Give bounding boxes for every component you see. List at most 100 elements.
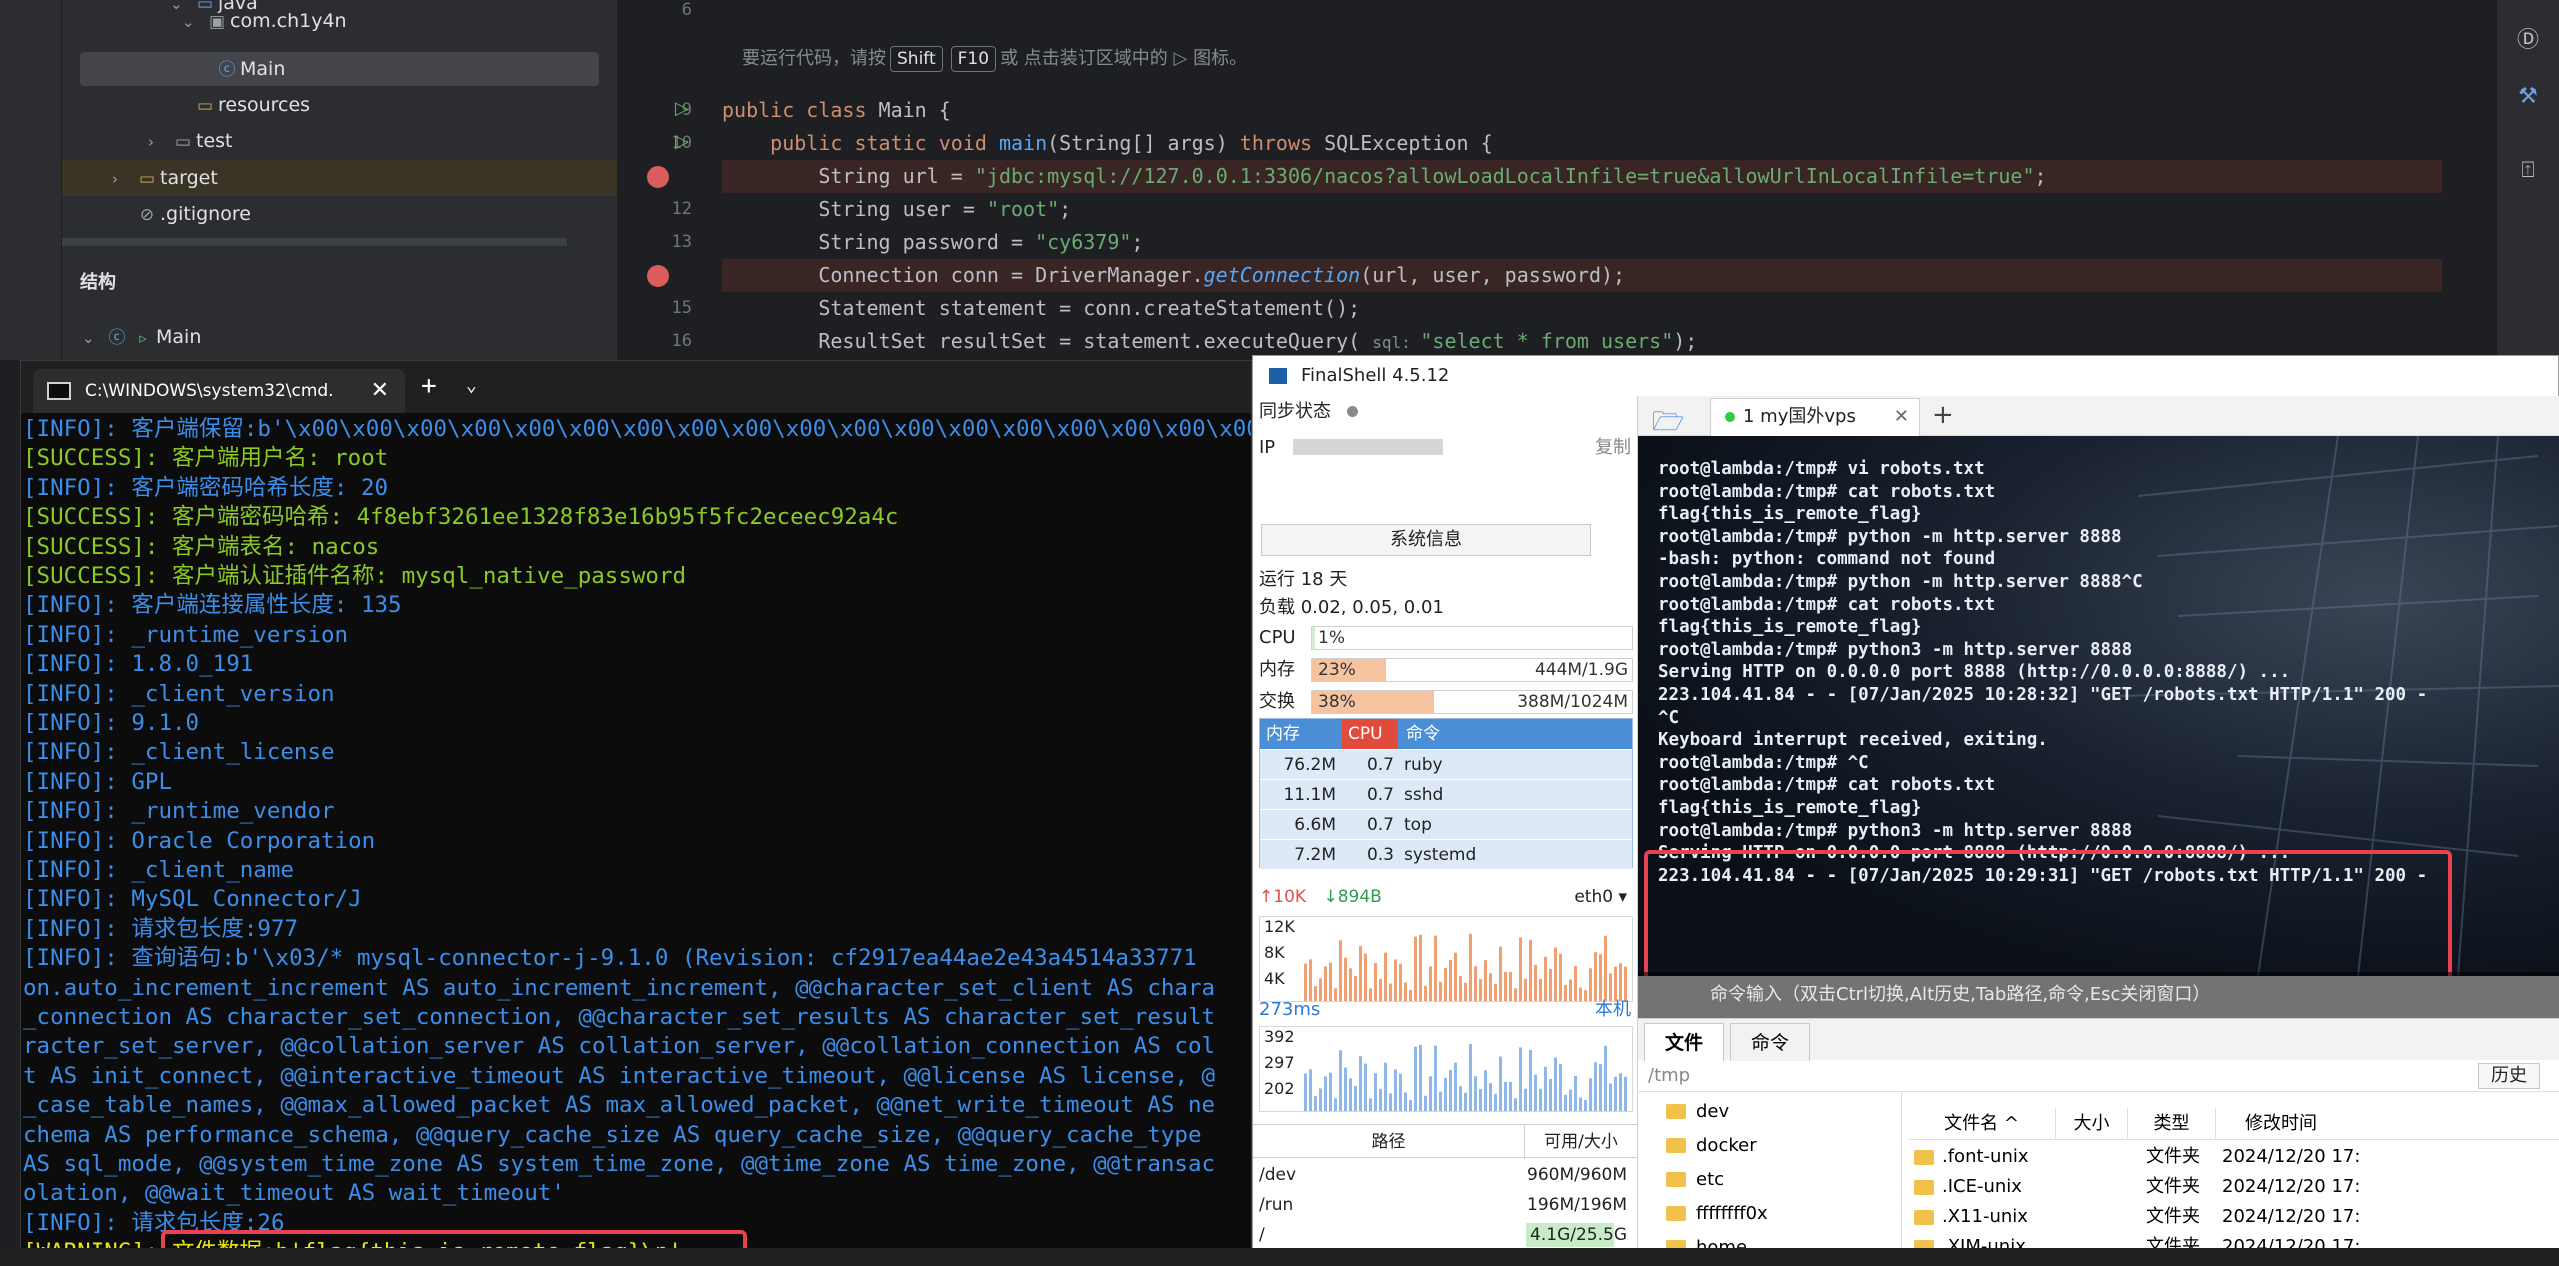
terminal-line: ^C xyxy=(1658,707,1680,728)
system-info-button[interactable]: 系统信息 xyxy=(1261,524,1591,556)
run-class-icon[interactable]: ▷ xyxy=(675,98,689,119)
path-input[interactable]: /tmp 历史 xyxy=(1638,1060,2559,1092)
new-tab-button[interactable]: + xyxy=(421,371,437,401)
col-mem[interactable]: 内存 xyxy=(1260,719,1340,749)
session-tab[interactable]: 1 my国外vps ✕ xyxy=(1710,398,1920,436)
process-row[interactable]: 76.2M 0.7 ruby xyxy=(1260,749,1632,779)
spark-bar xyxy=(1464,1092,1467,1111)
cmd-line: [SUCCESS]: 客户端表名: nacos xyxy=(23,533,380,560)
col-type[interactable]: 类型 xyxy=(2128,1108,2216,1140)
cmd-line: [INFO]: _client_license xyxy=(23,739,335,766)
spark-bar xyxy=(1424,1095,1427,1111)
cmd-tab[interactable]: C:\WINDOWS\system32\cmd. ✕ xyxy=(33,369,405,413)
col-filename[interactable]: 文件名 ^ xyxy=(1908,1108,2056,1140)
folder-icon xyxy=(1914,1180,1934,1195)
terminal-line: root@lambda:/tmp# python -m http.server … xyxy=(1658,526,2122,547)
tab-commands[interactable]: 命令 xyxy=(1730,1023,1811,1061)
tree-item-resources[interactable]: ▭ resources xyxy=(192,88,310,122)
disk-row[interactable]: / 4.1G/25.5G xyxy=(1253,1220,1637,1250)
tab-files[interactable]: 文件 xyxy=(1644,1023,1725,1061)
process-cmd: systemd xyxy=(1404,845,1477,865)
dir-name: etc xyxy=(1696,1169,1725,1190)
tree-scrollbar[interactable] xyxy=(62,238,567,246)
tree-item-package[interactable]: ⌄ ▣ com.ch1y4n xyxy=(182,4,347,38)
col-size[interactable]: 大小 xyxy=(2056,1108,2128,1140)
cmd-line: [INFO]: 客户端保留:b'\x00\x00\x00\x00\x00\x00… xyxy=(23,416,1251,442)
code-line-11: String url = "jdbc:mysql://127.0.0.1:330… xyxy=(722,160,2442,193)
disk-row[interactable]: /run 196M/196M xyxy=(1253,1190,1637,1220)
file-row[interactable]: .ICE-unix 文件夹 2024/12/20 17: xyxy=(1908,1172,2559,1202)
ide-left-toolbar xyxy=(0,0,62,360)
cmd-line: [INFO]: 9.1.0 xyxy=(23,710,200,736)
terminal-line: Keyboard interrupt received, exiting. xyxy=(1658,730,2048,751)
spark-bar xyxy=(1399,1073,1402,1111)
cmd-line: [INFO]: MySQL Connector/J xyxy=(23,886,362,913)
finalshell-main: 🗁 1 my国外vps ✕ + root@lambda:/tmp# vi rob… xyxy=(1637,396,2559,1266)
col-cmd[interactable]: 命令 xyxy=(1400,719,1440,749)
line-number: 13 xyxy=(671,232,692,252)
copy-ip-button[interactable]: 复制 xyxy=(1595,434,1631,462)
spark-bar xyxy=(1359,1056,1362,1111)
spark-bar xyxy=(1404,1092,1407,1111)
file-row[interactable]: .font-unix 文件夹 2024/12/20 17: xyxy=(1908,1142,2559,1172)
run-main-icon[interactable]: ▷ xyxy=(675,131,689,152)
breakpoint-icon[interactable] xyxy=(647,166,669,188)
spark-bar xyxy=(1579,1097,1582,1111)
process-row[interactable]: 11.1M 0.7 sshd xyxy=(1260,779,1632,809)
build-icon[interactable]: ⚒ xyxy=(2515,84,2541,110)
editor-gutter: 6 9 ▷ 10 ▷ 12 13 15 16 xyxy=(617,0,722,360)
folder-icon: ▭ xyxy=(138,169,156,189)
close-tab-icon[interactable]: ✕ xyxy=(371,369,389,413)
database-icon[interactable]: Ⓓ xyxy=(2515,22,2541,53)
folder-icon xyxy=(1914,1150,1934,1165)
uptime: 运行 18 天 xyxy=(1259,569,1348,590)
iface-select[interactable]: eth0 ▾ xyxy=(1574,883,1627,911)
add-session-button[interactable]: + xyxy=(1932,400,1954,430)
cmd-line: [INFO]: 1.8.0_191 xyxy=(23,651,254,678)
dir-item[interactable]: ffffffff0x xyxy=(1666,1198,1768,1230)
cmd-line: [INFO]: _runtime_version xyxy=(23,621,349,648)
tree-item-main[interactable]: ⓒ Main xyxy=(214,52,286,86)
file-type: 文件夹 xyxy=(2146,1206,2200,1227)
resources-folder-icon: ▭ xyxy=(196,96,214,116)
tree-item-test[interactable]: › ▭ test xyxy=(148,124,233,158)
process-mem: 6.6M xyxy=(1294,815,1336,835)
process-row[interactable]: 6.6M 0.7 top xyxy=(1260,809,1632,839)
code-line-16: ResultSet resultSet = statement.executeQ… xyxy=(722,329,1698,353)
ide-window: ⌄ ▭ java ⌄ ▣ com.ch1y4n ⓒ Main ▭ resources › ▭ t… xyxy=(0,0,2559,360)
close-icon[interactable]: ✕ xyxy=(1894,399,1909,435)
finalshell-window: FinalShell 4.5.12 同步状态 IP 复制 系统信息 运行 18 … xyxy=(1252,355,2559,1266)
cmd-line: AS sql_mode, @@system_time_zone AS syste… xyxy=(23,1151,1216,1177)
notifications-icon[interactable]: ⍐ xyxy=(2515,158,2541,184)
code-editor[interactable]: 要运行代码，请按 Shift F10 或 点击装订区域中的 ▷ 图标。 public … xyxy=(722,0,2442,360)
col-mtime[interactable]: 修改时间 xyxy=(2216,1108,2346,1140)
disk-row[interactable]: /dev 960M/960M xyxy=(1253,1160,1637,1190)
dir-item[interactable]: etc xyxy=(1666,1164,1724,1196)
command-input[interactable]: 命令输入（双击Ctrl切换,Alt历史,Tab路径,命令,Esc关闭窗口） xyxy=(1638,972,2559,1018)
tree-item-target[interactable]: › ▭ target xyxy=(112,161,218,195)
session-tabbar: 🗁 1 my国外vps ✕ + xyxy=(1638,396,2559,437)
code-line-12: String user = "root"; xyxy=(722,197,1072,221)
cmd-output[interactable]: [INFO]: 客户端保留:b'\x00\x00\x00\x00\x00\x00… xyxy=(21,413,1251,1266)
sync-status: 同步状态 xyxy=(1259,398,1358,426)
tree-item-gitignore[interactable]: ⊘ .gitignore xyxy=(134,197,251,231)
col-cpu[interactable]: CPU xyxy=(1342,719,1398,749)
history-button[interactable]: 历史 xyxy=(2478,1063,2540,1089)
ssh-terminal[interactable]: root@lambda:/tmp# vi robots.txt root@lamb… xyxy=(1638,436,2559,976)
file-row[interactable]: .X11-unix 文件夹 2024/12/20 17: xyxy=(1908,1202,2559,1232)
breakpoint-icon[interactable] xyxy=(647,265,669,287)
terminal-line: Serving HTTP on 0.0.0.0 port 8888 (http:… xyxy=(1658,662,2291,683)
finalshell-logo-icon xyxy=(1269,368,1287,384)
spark-bar xyxy=(1459,1086,1462,1111)
kbd-shift: Shift xyxy=(890,46,943,72)
dir-item[interactable]: docker xyxy=(1666,1130,1757,1162)
chevron-down-icon: ⌄ xyxy=(182,13,195,31)
spark-bar xyxy=(1344,1067,1347,1111)
terminal-line: flag{this_is_remote_flag} xyxy=(1658,504,1922,525)
dir-item[interactable]: dev xyxy=(1666,1096,1729,1128)
process-row[interactable]: 7.2M 0.3 systemd xyxy=(1260,839,1632,869)
spark-bar xyxy=(1619,1073,1622,1111)
structure-item-main[interactable]: ⌄ ⓒ ▹ Main xyxy=(82,320,201,354)
chevron-down-icon[interactable]: ⌄ xyxy=(466,375,477,396)
upload-arrow-icon: ↑ xyxy=(1259,887,1274,907)
